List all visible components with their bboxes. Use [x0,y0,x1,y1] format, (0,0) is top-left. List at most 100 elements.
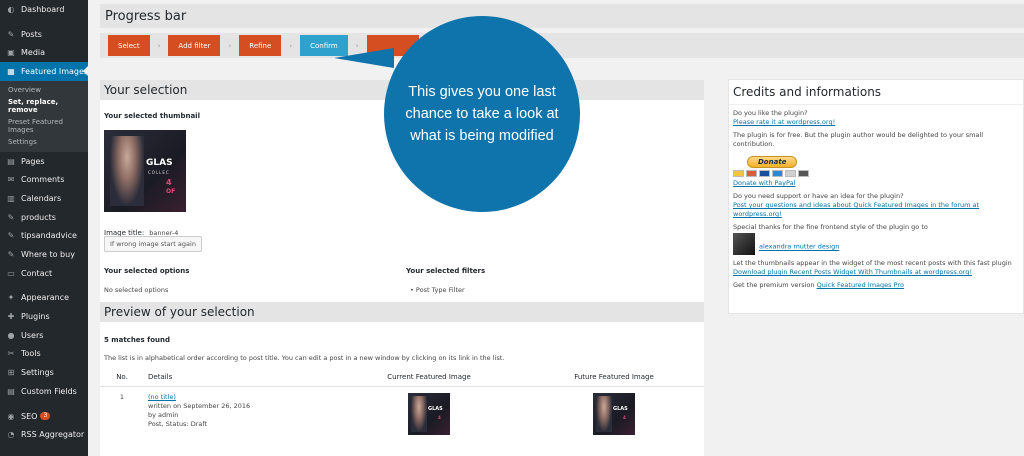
settings-icon: ⊞ [7,368,15,378]
column-header: No. [100,368,144,387]
annotation-callout: This gives you one last chance to take a… [384,16,580,212]
sidebar-item-calendars[interactable]: ▥ Calendars [0,189,88,208]
sidebar-item-label: RSS Aggregator [21,430,85,440]
sidebar-item-featured-images[interactable]: ▦ Featured Images [0,62,88,81]
step-add-filter[interactable]: Add filter [168,35,221,56]
contact-icon: ▭ [7,268,15,278]
sidebar-item-label: Contact [21,268,53,278]
sidebar-item-custom-fields[interactable]: ▤ Custom Fields [0,382,88,401]
users-icon: ● [7,330,15,340]
step-separator: › [228,41,232,50]
rate-link[interactable]: Please rate it at wordpress.org! [733,118,1019,127]
selected-options-value: No selected options [104,286,169,294]
preview-heading: Preview of your selection [100,302,704,322]
sidebar-item-comments[interactable]: ✉ Comments [0,170,88,189]
thumb-text: 4 [166,178,172,187]
selected-thumbnail-label: Your selected thumbnail [104,112,200,120]
pin-icon: ✎ [7,29,15,39]
calendar-icon: ▥ [7,193,15,203]
row-details: (no title) written on September 26, 2016… [144,386,334,437]
sidebar-item-label: Appearance [21,293,70,303]
post-author: by admin [148,410,179,419]
sidebar-item-label: tipsandadvice [21,231,77,241]
featured-images-icon: ▦ [7,66,15,76]
sidebar-item-label: Featured Images [21,66,88,76]
selected-filters-value: • Post Type Filter [410,286,465,294]
sidebar-item-settings[interactable]: ⊞ Settings [0,363,88,382]
page-title: Progress bar [105,9,187,24]
donate-paypal-link[interactable]: Donate with PayPal [733,179,1019,188]
submenu-set-replace-remove[interactable]: Set, replace, remove [0,96,88,116]
submenu-preset-featured-images[interactable]: Preset Featured Images [0,116,88,136]
preview-note: The list is in alphabetical order accord… [104,354,505,362]
future-image-cell: GLAS 4 [524,386,704,437]
post-status: Post, Status: Draft [148,419,208,428]
thumb-text: COLLEC [148,170,170,175]
step-select[interactable]: Select [108,35,150,56]
future-featured-image: GLAS 4 [593,392,635,435]
thumbnails-text: Let the thumbnails appear in the widget … [733,259,1012,267]
card-icon [785,170,796,177]
submenu-overview[interactable]: Overview [0,84,88,96]
sidebar-item-products[interactable]: ✎ products [0,208,88,227]
sidebar-item-where-to-buy[interactable]: ✎ Where to buy [0,245,88,264]
card-icon [746,170,757,177]
pages-icon: ▤ [7,156,15,166]
plugins-icon: ✚ [7,312,15,322]
sidebar-item-dashboard[interactable]: ◐ Dashboard [0,0,88,19]
thumb-text: GLAS [146,158,173,168]
featured-images-submenu: Overview Set, replace, remove Preset Fea… [0,80,88,152]
tools-icon: ✂ [7,349,15,359]
submenu-settings[interactable]: Settings [0,136,88,148]
sidebar-item-label: Custom Fields [21,386,77,396]
sidebar-item-pages[interactable]: ▤ Pages [0,152,88,171]
sidebar-item-label: Calendars [21,193,62,203]
seo-icon: ◉ [7,411,15,421]
sidebar-item-label: SEO [21,411,38,421]
sidebar-item-users[interactable]: ● Users [0,326,88,345]
custom-fields-icon: ▤ [7,386,15,396]
sidebar-item-label: Dashboard [21,4,65,14]
current-image-cell: GLAS 4 [334,386,524,437]
payment-cards [733,170,1019,177]
step-refine[interactable]: Refine [239,35,282,56]
sidebar-item-plugins[interactable]: ✚ Plugins [0,307,88,326]
sidebar-item-tipsandadvice[interactable]: ✎ tipsandadvice [0,227,88,246]
download-link[interactable]: Download plugin Recent Posts Widget With… [733,268,1019,277]
forum-link[interactable]: Post your questions and ideas about Quic… [733,201,1019,219]
column-header: Future Featured Image [524,368,704,387]
post-written-date: written on September 26, 2016 [148,401,251,410]
designer-link[interactable]: alexandra mutter design [759,243,839,251]
sidebar-item-appearance[interactable]: ✦ Appearance [0,289,88,308]
sidebar-item-label: Media [21,48,46,58]
sidebar-item-label: Comments [21,175,65,185]
card-icon [733,170,744,177]
sidebar-item-media[interactable]: ▣ Media [0,43,88,62]
credits-panel: Credits and informations Do you like the… [728,79,1024,314]
table-row: 1 (no title) written on September 26, 20… [100,386,704,437]
selected-thumbnail-image: GLAS COLLEC 4 OF [104,130,186,212]
credits-heading: Credits and informations [729,80,1023,105]
donate-button[interactable]: Donate [747,156,798,168]
sidebar-item-posts[interactable]: ✎ Posts [0,25,88,44]
sidebar-item-rss-aggregator[interactable]: ◔ RSS Aggregator [0,425,88,444]
start-again-button[interactable]: If wrong image start again [104,236,202,252]
post-title-link[interactable]: (no title) [148,393,334,402]
rss-icon: ◔ [7,430,15,440]
designer-avatar [733,233,755,255]
sidebar-item-contact[interactable]: ▭ Contact [0,264,88,283]
current-featured-image: GLAS 4 [408,392,450,435]
card-icon [772,170,783,177]
card-icon [798,170,809,177]
sidebar-item-label: Pages [21,156,45,166]
comments-icon: ✉ [7,175,15,185]
column-header: Details [144,368,334,387]
sidebar-item-seo[interactable]: ◉ SEO 3 [0,407,88,426]
callout-arrow [334,48,394,68]
like-text: Do you like the plugin? [733,109,808,117]
premium-link[interactable]: Quick Featured Images Pro [817,281,904,289]
sidebar-item-tools[interactable]: ✂ Tools [0,345,88,364]
free-text: The plugin is for free. But the plugin a… [733,131,984,148]
step-separator: › [289,41,293,50]
dashboard-icon: ◐ [7,4,15,14]
